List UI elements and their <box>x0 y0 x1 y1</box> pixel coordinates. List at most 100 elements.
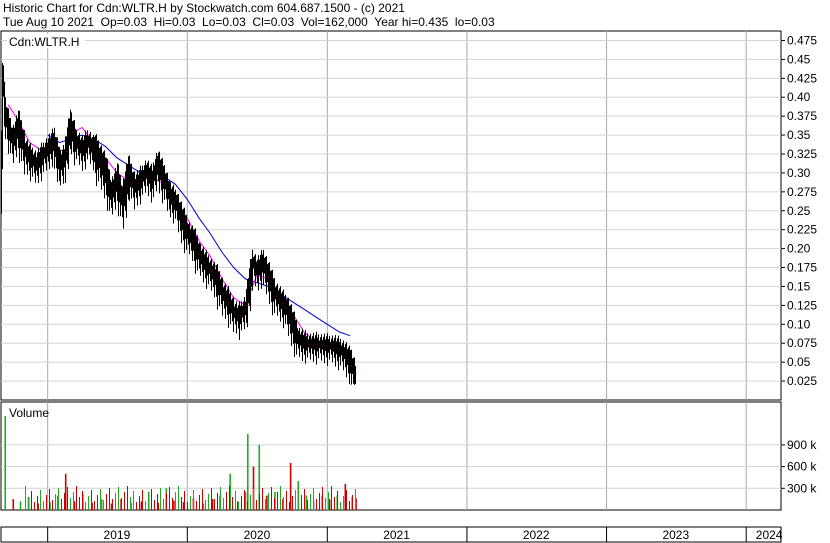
price-tick-label: 0.475 <box>787 33 817 47</box>
price-tick-label: 0.425 <box>787 71 817 85</box>
volume-bar <box>124 492 125 510</box>
volume-bar <box>349 501 350 510</box>
volume-bar <box>166 493 167 510</box>
volume-bar <box>229 486 230 510</box>
price-tick-label: 0.25 <box>787 204 811 218</box>
volume-bar <box>250 495 251 510</box>
volume-bar <box>145 501 146 510</box>
volume-bar <box>46 495 47 510</box>
price-panel-label: Cdn:WLTR.H <box>9 35 79 49</box>
volume-bar <box>140 501 143 510</box>
price-tick-label: 0.20 <box>787 242 811 256</box>
volume-bar <box>112 499 113 510</box>
volume-bar <box>97 495 98 510</box>
price-tick-label: 0.45 <box>787 52 811 66</box>
volume-bar <box>355 489 356 510</box>
volume-bar <box>226 492 227 510</box>
volume-bar <box>328 492 329 510</box>
volume-bar <box>88 496 89 510</box>
volume-bar <box>172 498 173 510</box>
volume-bar <box>304 489 305 510</box>
volume-bar <box>121 498 122 510</box>
volume-bar <box>295 490 296 510</box>
price-tick-label: 0.05 <box>787 355 811 369</box>
volume-bar <box>211 499 214 510</box>
volume-bar <box>193 490 194 510</box>
volume-bar <box>178 486 179 510</box>
volume-bar <box>202 489 203 510</box>
volume-bar <box>340 502 341 510</box>
volume-bar <box>130 497 131 510</box>
volume-bar <box>163 499 164 510</box>
volume-bar <box>67 487 68 510</box>
volume-bar <box>344 483 347 510</box>
volume-bar <box>301 495 302 510</box>
volume-bar <box>106 494 107 510</box>
volume-bar <box>173 500 175 510</box>
volume-bar <box>266 495 268 510</box>
volume-bar <box>268 493 269 510</box>
volume-bar <box>319 493 320 510</box>
volume-bar <box>343 496 344 510</box>
volume-bar <box>244 490 245 510</box>
volume-bar <box>12 499 15 510</box>
price-tick-label: 0.125 <box>787 298 817 312</box>
volume-bar <box>337 491 338 510</box>
price-tick-label: 0.375 <box>787 109 817 123</box>
volume-bar <box>286 491 287 510</box>
volume-bar <box>232 497 233 510</box>
price-y-axis: 0.475 0.45 0.425 0.40 0.375 0.35 0.325 0.30 0.27… <box>781 33 817 388</box>
volume-bar <box>154 500 155 510</box>
x-tick-label: 2022 <box>523 528 550 542</box>
volume-bar <box>274 498 275 510</box>
volume-bar <box>115 493 116 510</box>
volume-bar <box>211 488 212 510</box>
volume-bar <box>181 497 182 510</box>
volume-bar <box>305 495 308 510</box>
volume-bar <box>58 488 59 510</box>
volume-bar <box>19 501 22 510</box>
volume-bar <box>220 487 221 510</box>
volume-bar <box>280 486 281 510</box>
volume-bar <box>292 496 293 510</box>
volume-bar <box>247 501 248 510</box>
volume-bar <box>238 502 239 510</box>
price-tick-label: 0.15 <box>787 279 811 293</box>
volume-bar <box>241 496 242 510</box>
volume-bar <box>64 493 65 510</box>
price-tick-label: 0.40 <box>787 90 811 104</box>
volume-bar <box>109 488 110 510</box>
volume-bar <box>289 463 292 510</box>
volume-bar <box>277 492 278 510</box>
volume-bar <box>148 495 149 510</box>
volume-bar <box>91 490 92 510</box>
volume-bar <box>157 494 158 510</box>
volume-bar <box>76 486 77 510</box>
volume-bar <box>34 502 35 510</box>
price-tick-label: 0.225 <box>787 223 817 237</box>
volume-bar <box>184 491 185 510</box>
volume-panel-label: Volume <box>9 406 49 420</box>
volume-bar <box>100 499 103 510</box>
volume-bar <box>328 499 331 510</box>
volume-bar <box>325 498 326 510</box>
volume-bar <box>136 502 137 510</box>
volume-bar <box>346 490 347 510</box>
volume-bar <box>334 497 335 510</box>
volume-bar <box>70 498 71 510</box>
volume-bar <box>322 487 323 510</box>
volume-bar <box>205 500 206 510</box>
price-tick-label: 0.30 <box>787 166 811 180</box>
volume-y-axis: 900 k 600 k 300 k <box>781 438 817 495</box>
volume-bar <box>139 496 140 510</box>
volume-bar <box>40 490 41 510</box>
volume-bar <box>196 501 197 510</box>
volume-bar <box>127 486 128 510</box>
price-tick-label: 0.35 <box>787 128 811 142</box>
volume-bar <box>235 491 236 510</box>
volume-bar <box>307 500 308 510</box>
volume-bar <box>175 492 176 510</box>
volume-bar <box>253 489 254 510</box>
volume-bar <box>331 486 332 510</box>
volume-bar <box>73 492 74 510</box>
